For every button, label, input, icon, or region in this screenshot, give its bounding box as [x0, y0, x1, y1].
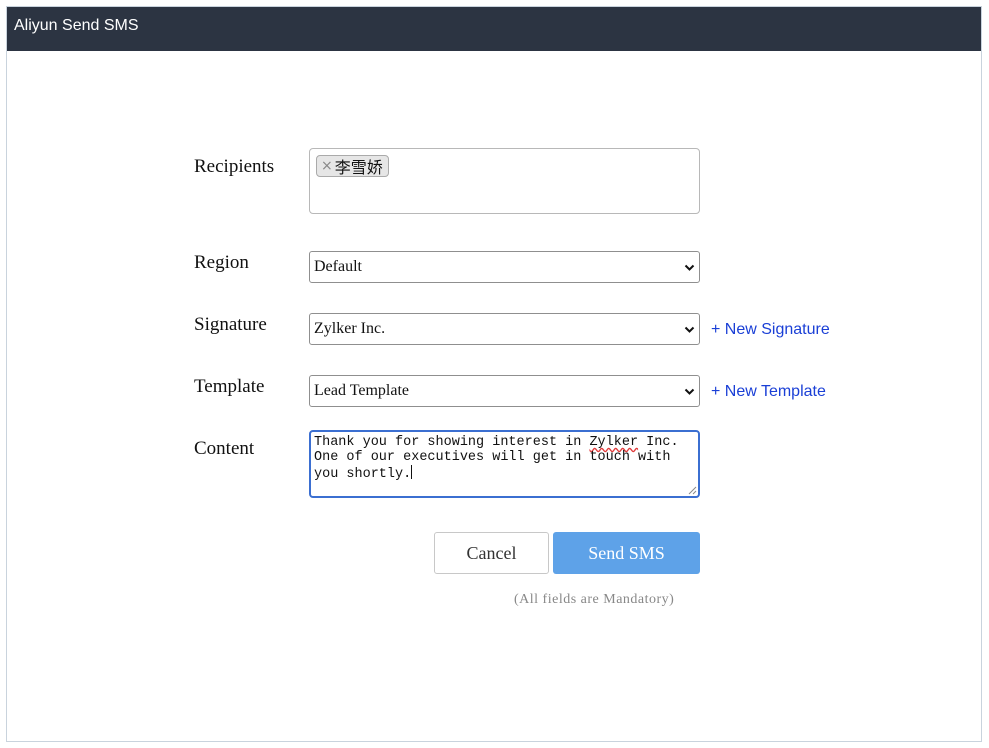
chevron-down-icon	[684, 264, 695, 271]
template-value: Lead Template	[314, 382, 409, 399]
cancel-button[interactable]: Cancel	[434, 532, 549, 574]
new-signature-link[interactable]: + New Signature	[711, 321, 830, 339]
signature-select[interactable]: Zylker Inc.	[309, 313, 700, 345]
content-line-3: you shortly.	[314, 467, 412, 482]
region-value: Default	[314, 258, 362, 275]
mandatory-note: (All fields are Mandatory)	[514, 592, 675, 607]
dialog-window: Aliyun Send SMS	[6, 6, 982, 742]
recipient-name: 李雪娇	[334, 160, 383, 177]
chevron-down-icon	[684, 388, 695, 395]
content-line-1-start: Thank you for showing interest in	[314, 435, 590, 450]
recipients-label: Recipients	[194, 156, 275, 177]
template-select[interactable]: Lead Template	[309, 375, 700, 407]
content-line-1-end: Inc.	[638, 435, 679, 450]
title-bar: Aliyun Send SMS	[7, 7, 981, 51]
region-select[interactable]: Default	[309, 251, 700, 283]
recipients-input[interactable]: × 李雪娇	[309, 148, 700, 214]
region-label: Region	[194, 252, 249, 273]
chevron-down-icon	[684, 326, 695, 333]
recipient-chip[interactable]: × 李雪娇	[316, 155, 389, 177]
new-template-link[interactable]: + New Template	[711, 383, 826, 401]
content-textarea[interactable]: Thank you for showing interest in Zylker…	[309, 430, 700, 498]
signature-label: Signature	[194, 314, 267, 335]
content-line-2: One of our executives will get in touch …	[314, 450, 671, 465]
resize-handle-icon[interactable]	[688, 486, 697, 495]
text-caret	[411, 465, 413, 479]
close-icon[interactable]: ×	[321, 158, 333, 174]
signature-value: Zylker Inc.	[314, 320, 386, 337]
send-sms-button[interactable]: Send SMS	[553, 532, 700, 574]
template-label: Template	[194, 376, 265, 397]
window-title: Aliyun Send SMS	[14, 17, 139, 34]
content-label: Content	[194, 438, 255, 459]
misspelled-word: Zylker	[589, 435, 639, 450]
